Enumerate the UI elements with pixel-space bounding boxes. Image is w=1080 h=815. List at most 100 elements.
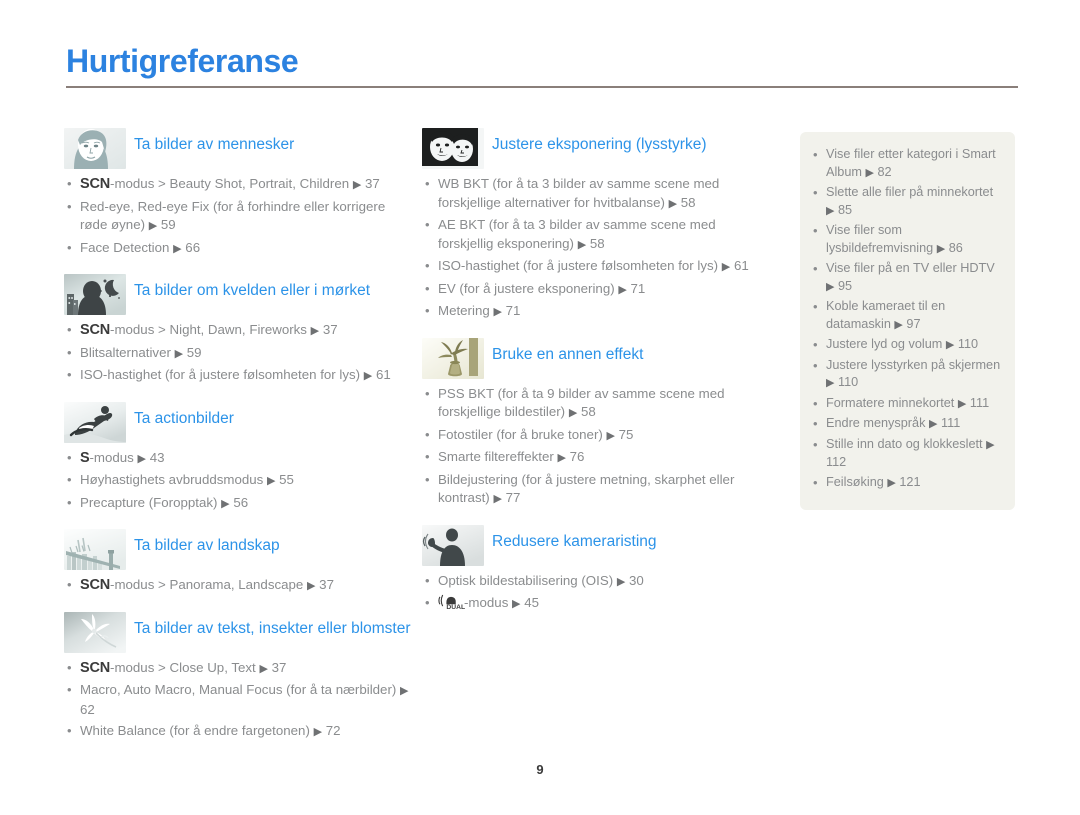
bullet-item: Bildejustering (for å justere metning, s… [422, 471, 770, 509]
bullet-item: Face Detection ▶ 66 [64, 239, 412, 259]
block-bullet-list: Optisk bildestabilisering (OIS) ▶ 30 DUAL… [422, 572, 770, 614]
bullet-item: Fotostiler (for å bruke toner) ▶ 75 [422, 426, 770, 446]
title-divider [66, 86, 1018, 88]
bullet-item: WB BKT (for å ta 3 bilder av samme scene… [422, 175, 770, 213]
bullet-text: Precapture (Foropptak) [80, 494, 218, 510]
bullet-item: Justere lysstyrken på skjermen ▶ 110 [810, 357, 1001, 393]
bullet-text: Smarte filtereffekter [438, 449, 554, 464]
bullet-text: -modus > Panorama, Landscape [110, 577, 304, 592]
content-column-1: Ta bilder av menneskerSCN-modus > Beauty… [64, 128, 412, 758]
bullet-text: ISO-hastighet (for å justere følsomheten… [80, 367, 361, 382]
svg-text:DUAL: DUAL [446, 604, 465, 610]
bullet-item: Smarte filtereffekter ▶ 76 [422, 448, 770, 468]
bullet-item: Feilsøking ▶ 121 [810, 474, 1001, 493]
bullet-text: Bildejustering (for å justere metning, s… [438, 471, 735, 506]
block-header: Ta bilder av mennesker [64, 128, 412, 169]
block-title: Justere eksponering (lysstyrke) [492, 136, 707, 153]
bullet-item: Formatere minnekortet ▶ 111 [810, 395, 1001, 414]
bullet-item: Red-eye, Red-eye Fix (for å forhindre el… [64, 198, 412, 236]
block-title: Ta bilder om kvelden eller i mørket [134, 282, 371, 299]
mode-label: SCN [80, 322, 111, 338]
block-header: Ta actionbilder [64, 401, 412, 443]
block-header: Ta bilder om kvelden eller i mørket [64, 274, 412, 315]
bullet-item: Justere lyd og volum ▶ 110 [810, 336, 1001, 355]
bullet-item: Vise filer etter kategori i Smart Album … [810, 146, 1001, 182]
bullet-text: ISO-hastighet (for å justere følsomheten… [438, 258, 719, 273]
dual-is-icon: DUAL [438, 594, 465, 610]
bullet-item: SCN-modus > Beauty Shot, Portrait, Child… [64, 175, 412, 195]
bullet-text: Red-eye, Red-eye Fix (for å forhindre el… [80, 198, 386, 233]
bullet-item: AE BKT (for å ta 3 bilder av samme scene… [422, 216, 770, 254]
block-bullet-list: SCN-modus > Panorama, Landscape ▶ 37 [64, 576, 412, 596]
shaking-person-icon [422, 524, 484, 566]
bullet-item: White Balance (for å endre fargetonen) ▶… [64, 722, 412, 742]
bullet-text: Endre menyspråk [826, 416, 926, 430]
bullet-item: Koble kameraet til en datamaskin ▶ 97 [810, 298, 1001, 334]
block-bullet-list: SCN-modus > Beauty Shot, Portrait, Child… [64, 175, 412, 258]
block-title: Ta actionbilder [134, 409, 234, 427]
bullet-item: Vise filer på en TV eller HDTV ▶ 95 [810, 260, 1001, 296]
reference-block: Ta bilder av tekst, insekter eller bloms… [64, 611, 412, 742]
bullet-text: Face Detection [80, 239, 170, 255]
content-column-2: Justere eksponering (lysstyrke) WB BKT (f… [422, 128, 770, 630]
bullet-item: Macro, Auto Macro, Manual Focus (for å t… [64, 681, 412, 719]
page-number: 9 [536, 762, 544, 777]
reference-block: Ta bilder av mennesker SCN-modus > Beauty… [64, 128, 412, 258]
bullet-text: -modus > Beauty Shot, Portrait, Children [110, 176, 350, 191]
bullet-item: Høyhastighets avbruddsmodus ▶ 55 [64, 471, 412, 491]
night-scene-icon [64, 274, 126, 315]
block-bullet-list: S-modus ▶ 43Høyhastighets avbruddsmodus … [64, 449, 412, 514]
bullet-item: EV (for å justere eksponering) ▶ 71 [422, 280, 770, 300]
sidebar-list: Vise filer etter kategori i Smart Album … [810, 146, 1001, 492]
block-title: Ta bilder av tekst, insekter eller bloms… [134, 619, 411, 637]
bullet-text: Macro, Auto Macro, Manual Focus (for å t… [80, 682, 397, 697]
bullet-text: PSS BKT (for å ta 9 bilder av samme scen… [438, 385, 725, 420]
bullet-text: WB BKT (for å ta 3 bilder av samme scene… [438, 176, 720, 210]
mode-label: SCN [80, 176, 111, 192]
bullet-item: Endre menyspråk ▶ 111 [810, 415, 1001, 434]
bullet-text: Formatere minnekortet [826, 395, 955, 410]
block-header: Ta bilder av tekst, insekter eller bloms… [64, 611, 412, 653]
block-header: Ta bilder av landskap [64, 529, 412, 570]
reference-block: Justere eksponering (lysstyrke) WB BKT (f… [422, 128, 770, 322]
bullet-item: Blitsalternativer ▶ 59 [64, 344, 412, 364]
block-bullet-list: WB BKT (for å ta 3 bilder av samme scene… [422, 175, 770, 322]
quick-reference-sidebar-card: Vise filer etter kategori i Smart Album … [800, 132, 1015, 510]
bridge-landscape-icon [64, 529, 126, 570]
bullet-text: -modus > Close Up, Text [110, 659, 256, 675]
bullet-text: Fotostiler (for å bruke toner) [438, 426, 603, 442]
bullet-text: -modus [89, 449, 134, 465]
flower-macro-icon [64, 611, 126, 653]
bullet-item: PSS BKT (for å ta 9 bilder av samme scen… [422, 385, 770, 423]
reference-block: Redusere kameraristing Optisk bildestabil… [422, 524, 770, 614]
bullet-text: Høyhastighets avbruddsmodus [80, 472, 264, 487]
bullet-text: EV (for å justere eksponering) [438, 280, 615, 296]
page-header: Hurtigreferanse [66, 42, 1018, 88]
bullet-text: Blitsalternativer [80, 344, 171, 360]
bullet-item: Optisk bildestabilisering (OIS) ▶ 30 [422, 572, 770, 592]
bullet-text: Stille inn dato og klokkeslett [826, 436, 983, 451]
block-bullet-list: SCN-modus > Close Up, Text ▶ 37 Macro, Au… [64, 659, 412, 742]
bullet-text: -modus [464, 595, 509, 610]
page-title: Hurtigreferanse [66, 43, 299, 79]
bullet-item: Precapture (Foropptak) ▶ 56 [64, 494, 412, 514]
bullet-text: Optisk bildestabilisering (OIS) [438, 572, 614, 588]
bullet-text: Slette alle filer på minnekortet [826, 185, 994, 199]
bullet-text: Vise filer etter kategori i Smart Album [826, 147, 996, 179]
vase-flowers-effect-icon [422, 337, 484, 379]
bullet-text: Koble kameraet til en datamaskin [826, 299, 946, 331]
bullet-item: SCN-modus > Panorama, Landscape ▶ 37 [64, 576, 412, 596]
reference-block: Ta bilder om kvelden eller i mørket SCN-m… [64, 274, 412, 386]
bullet-text: Metering [438, 303, 490, 318]
bullet-text: Justere lyd og volum [826, 337, 943, 351]
reference-block: Bruke en annen effekt PSS BKT (for å ta 9… [422, 337, 770, 509]
bullet-text: Vise filer på en TV eller HDTV [826, 261, 995, 275]
snowboarder-action-icon [64, 401, 126, 443]
mode-label: SCN [80, 577, 111, 593]
mode-label: SCN [80, 659, 111, 676]
block-title: Ta bilder av landskap [134, 537, 280, 554]
two-faces-exposure-icon [422, 128, 484, 169]
bullet-item: SCN-modus > Night, Dawn, Fireworks ▶ 37 [64, 321, 412, 341]
bullet-text: Justere lysstyrken på skjermen [826, 357, 1001, 372]
reference-block: Ta actionbilder S-modus ▶ 43Høyhastighets… [64, 401, 412, 514]
